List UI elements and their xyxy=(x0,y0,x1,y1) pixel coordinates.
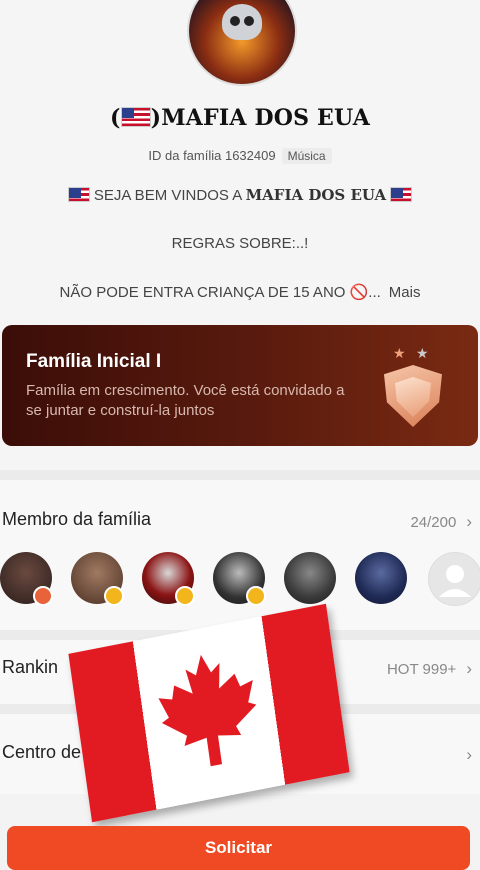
us-flag-icon xyxy=(67,187,90,202)
member-badge-icon xyxy=(33,586,53,606)
members-title: Membro da família xyxy=(2,509,152,529)
center-title: Centro de xyxy=(2,742,82,762)
ranking-value-row: HOT 999+ › xyxy=(387,659,472,679)
ranking-title: Rankin xyxy=(2,657,59,677)
chevron-right-icon: › xyxy=(466,659,472,678)
skull-icon xyxy=(222,4,262,40)
us-flag-icon xyxy=(390,187,413,202)
star-icon: ★ xyxy=(393,345,406,361)
center-chevron: › xyxy=(456,745,472,765)
welcome-text: SEJA BEM VINDOS A xyxy=(93,187,242,204)
banner-subtitle: Família em crescimento. Você está convid… xyxy=(26,382,345,419)
welcome-line: SEJA BEM VINDOS A MAFIA DOS EUA xyxy=(0,186,480,204)
member-badge-icon xyxy=(104,586,124,606)
ranking-value: HOT 999+ xyxy=(386,661,457,678)
family-id-row: ID da família 1632409 Música xyxy=(0,148,480,164)
family-name-suffix: ) xyxy=(150,105,162,131)
member-badge-icon xyxy=(175,586,195,606)
divider xyxy=(0,470,480,480)
rules-line: REGRAS SOBRE:..! xyxy=(171,235,309,252)
chevron-right-icon: › xyxy=(466,512,472,531)
star-icon: ★ xyxy=(416,345,429,361)
user-placeholder-icon xyxy=(439,565,471,597)
members-avatars xyxy=(0,552,480,608)
family-name-prefix: ( xyxy=(109,105,121,131)
chevron-right-icon: › xyxy=(466,745,472,764)
member-avatar[interactable] xyxy=(355,552,407,604)
category-tag[interactable]: Música xyxy=(281,148,332,164)
rule-text-line: NÃO PODE ENTRA CRIANÇA DE 15 ANO 🚫... Mai… xyxy=(0,283,480,301)
family-level-banner[interactable]: Família Inicial I Família em crescimento… xyxy=(2,325,478,446)
rule-text: NÃO PODE ENTRA CRIANÇA DE 15 ANO 🚫... xyxy=(59,284,381,301)
members-count: 24/200 xyxy=(410,514,457,531)
request-button[interactable]: Solicitar xyxy=(7,826,470,870)
family-name: MAFIA DOS EUA xyxy=(161,105,370,131)
banner-title: Família Inicial I xyxy=(26,351,162,372)
us-flag-icon xyxy=(120,107,151,127)
member-avatar[interactable] xyxy=(284,552,336,604)
more-link[interactable]: Mais xyxy=(389,284,421,301)
empty-member-avatar[interactable] xyxy=(428,552,480,606)
welcome-family-name: MAFIA DOS EUA xyxy=(245,186,387,204)
members-count-row[interactable]: 24/200 › xyxy=(410,512,472,532)
family-id: ID da família 1632409 xyxy=(148,148,276,163)
member-badge-icon xyxy=(246,586,266,606)
family-title-row: ()MAFIA DOS EUA xyxy=(0,105,480,131)
maple-leaf-icon xyxy=(158,654,257,767)
